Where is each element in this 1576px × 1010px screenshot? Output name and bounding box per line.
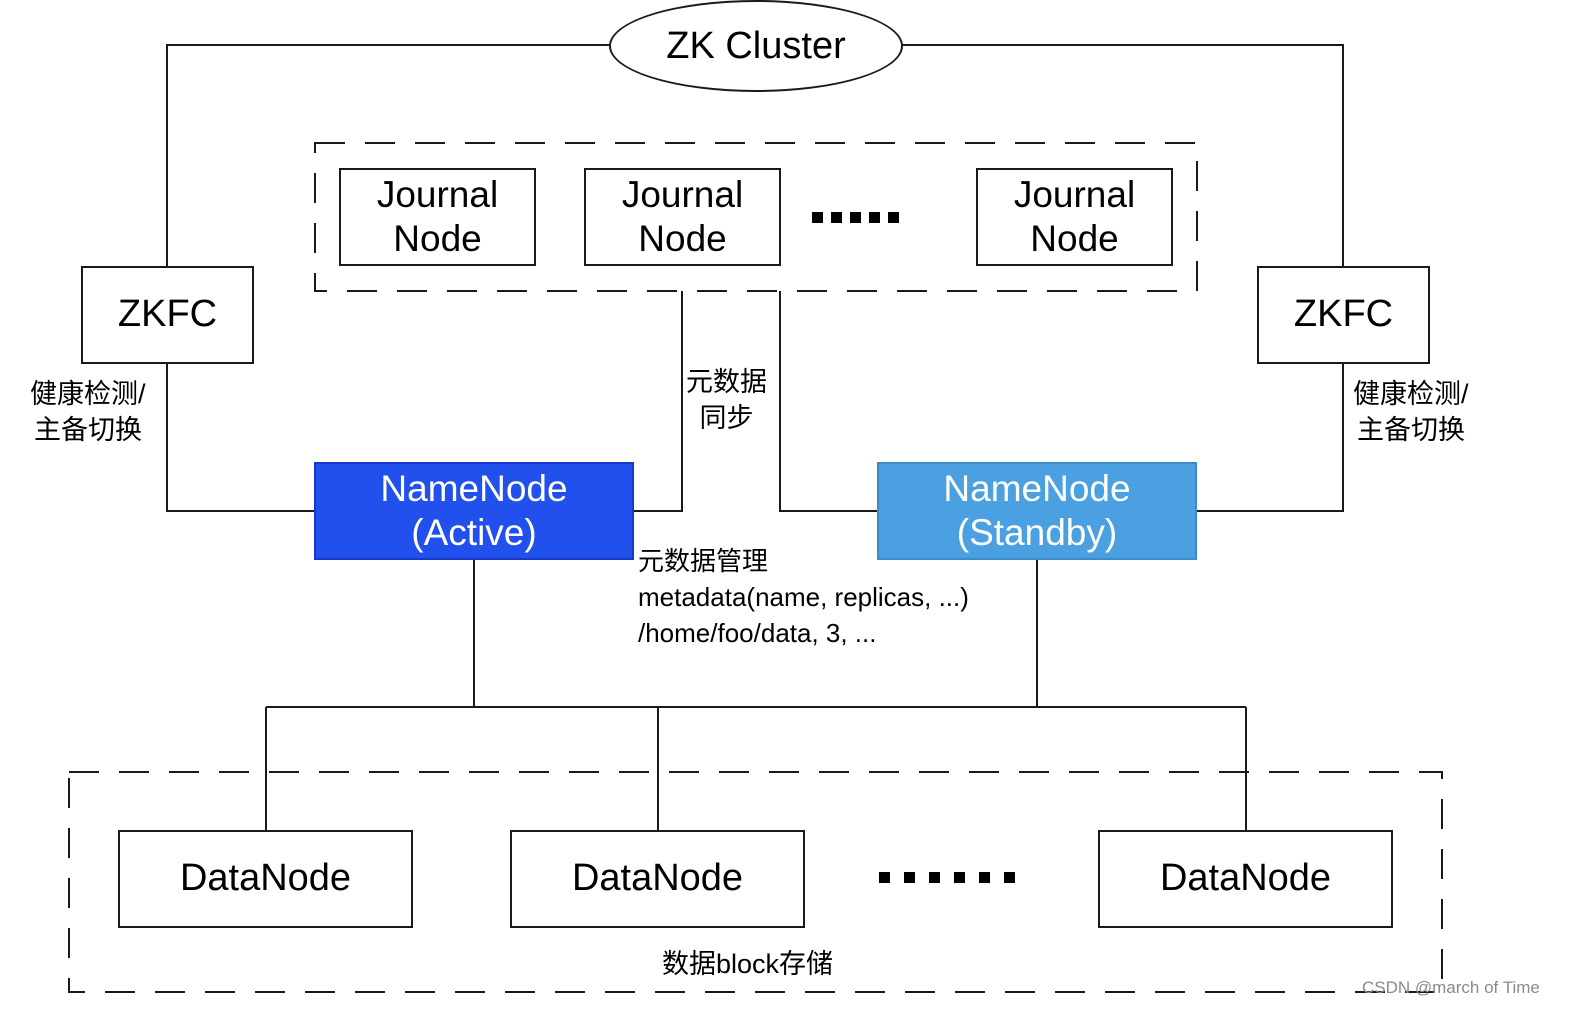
datanode-label: DataNode: [571, 857, 744, 900]
datanode-3[interactable]: DataNode: [1098, 830, 1393, 928]
zkfc-left[interactable]: ZKFC: [81, 266, 254, 364]
wire-left-zkfc-active: [166, 363, 315, 512]
note-line1: 元数据管理: [638, 546, 769, 576]
wire-journal-standby: [779, 291, 878, 512]
zkfc-label: ZKFC: [117, 293, 218, 336]
watermark: CSDN @march of Time: [1362, 978, 1540, 997]
storage-annotation: 数据block存储: [662, 949, 834, 979]
wire-journal-active: [633, 291, 683, 512]
annotation-line1: 元数据: [686, 367, 767, 397]
journal-node-label-line2: Node: [393, 218, 482, 259]
namenode-label-line2: (Standby): [956, 512, 1118, 553]
datanode-ellipsis: [879, 872, 1015, 883]
zkfc-label: ZKFC: [1293, 293, 1394, 336]
journal-node-label-line2: Node: [638, 218, 727, 259]
namenode-label-line1: NameNode: [380, 467, 568, 509]
annotation-line2: 主备切换: [1357, 415, 1465, 445]
namenode-label-line2: (Active): [411, 512, 537, 553]
datanode-label: DataNode: [1159, 857, 1332, 900]
zk-cluster-label: ZK Cluster: [666, 24, 846, 67]
annotation-line1: 健康检测/: [30, 379, 146, 409]
note-line2: metadata(name, replicas, ...): [638, 582, 969, 612]
zkfc-right-annotation: 健康检测/ 主备切换: [1353, 376, 1469, 448]
datanode-1[interactable]: DataNode: [118, 830, 413, 928]
wire-right-zkfc-standby: [1197, 363, 1344, 512]
datanode-label: DataNode: [179, 857, 352, 900]
namenode-active[interactable]: NameNode (Active): [314, 462, 634, 560]
zkfc-left-annotation: 健康检测/ 主备切换: [30, 376, 146, 448]
metadata-sync-annotation: 元数据 同步: [686, 364, 767, 436]
note-line3: /home/foo/data, 3, ...: [638, 618, 877, 648]
journal-ellipsis: [812, 212, 899, 223]
annotation-line2: 同步: [699, 403, 754, 433]
metadata-management-note: 元数据管理 metadata(name, replicas, ...) /hom…: [638, 543, 969, 651]
journal-node-1[interactable]: Journal Node: [339, 168, 536, 266]
annotation-line1: 健康检测/: [1353, 379, 1469, 409]
journal-node-2[interactable]: Journal Node: [584, 168, 781, 266]
datanode-2[interactable]: DataNode: [510, 830, 805, 928]
journal-node-label-line1: Journal: [621, 173, 744, 215]
journal-node-label-line1: Journal: [376, 173, 499, 215]
journal-node-label-line1: Journal: [1013, 173, 1136, 215]
zkfc-right[interactable]: ZKFC: [1257, 266, 1430, 364]
namenode-label-line1: NameNode: [943, 467, 1131, 509]
journal-node-label-line2: Node: [1030, 218, 1119, 259]
journal-node-3[interactable]: Journal Node: [976, 168, 1173, 266]
annotation-line2: 主备切换: [34, 415, 142, 445]
zk-cluster-node[interactable]: ZK Cluster: [609, 0, 903, 92]
